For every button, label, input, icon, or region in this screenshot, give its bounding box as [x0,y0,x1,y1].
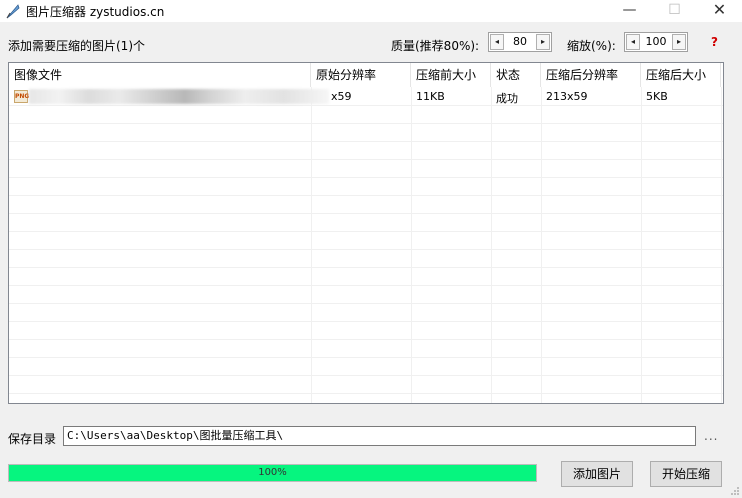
column-header-status[interactable]: 状态 [491,63,541,87]
grid-row-line [9,105,723,106]
cell-compressed-resolution: 213x59 [546,90,588,103]
file-list[interactable]: 图像文件 原始分辨率 压缩前大小 状态 压缩后分辨率 压缩后大小 PNG x59… [8,62,724,404]
list-header: 图像文件 原始分辨率 压缩前大小 状态 压缩后分辨率 压缩后大小 [9,63,723,87]
grid-column-line [491,87,492,403]
quality-increase-button[interactable]: ▸ [536,34,550,50]
maximize-button[interactable]: ☐ [652,0,697,22]
window-title: 图片压缩器 zystudios.cn [26,5,165,19]
table-row[interactable]: PNG x59 11KB 成功 213x59 5KB [9,87,723,105]
save-path-input[interactable]: C:\Users\aa\Desktop\图批量压缩工具\ [63,426,696,446]
resize-grip-icon[interactable] [730,486,740,496]
blurred-file-name [29,89,329,104]
column-header-size-before[interactable]: 压缩前大小 [411,63,491,87]
progress-label: 100% [258,467,287,478]
grid-column-line [411,87,412,403]
grid-row-line [9,231,723,232]
grid-row-line [9,321,723,322]
browse-button[interactable]: ... [704,429,718,443]
column-header-compressed-resolution[interactable]: 压缩后分辨率 [541,63,641,87]
grid-column-line [641,87,642,403]
png-file-icon: PNG [14,90,29,103]
grid-row-line [9,141,723,142]
save-directory-label: 保存目录 [8,432,57,446]
added-count-label: 添加需要压缩的图片(1)个 [8,39,145,53]
quality-spinner[interactable]: ◂ 80 ▸ [488,32,552,52]
column-header-original-resolution[interactable]: 原始分辨率 [311,63,411,87]
help-icon[interactable]: ? [711,35,718,49]
grid-row-line [9,195,723,196]
feather-pen-icon [6,4,20,19]
grid-column-line [541,87,542,403]
grid-row-line [9,285,723,286]
column-header-size-after[interactable]: 压缩后大小 [641,63,721,87]
close-button[interactable]: ✕ [697,0,742,22]
grid-column-line [311,87,312,403]
grid-row-line [9,267,723,268]
cell-original-resolution: x59 [331,90,352,103]
add-images-button[interactable]: 添加图片 [561,461,633,487]
grid-row-line [9,249,723,250]
grid-row-line [9,177,723,178]
minimize-button[interactable]: — [607,0,652,22]
grid-row-line [9,303,723,304]
grid-row-line [9,123,723,124]
grid-row-line [9,339,723,340]
zoom-label: 缩放(%): [567,39,616,53]
quality-value[interactable]: 80 [505,35,535,48]
quality-decrease-button[interactable]: ◂ [490,34,504,50]
grid-row-line [9,159,723,160]
grid-row-line [9,213,723,214]
progress-bar: 100% [8,464,537,482]
cell-size-before: 11KB [416,90,445,103]
title-bar: 图片压缩器 zystudios.cn — ☐ ✕ [0,0,742,22]
cell-status: 成功 [496,92,518,105]
quality-label: 质量(推荐80%): [391,39,480,53]
zoom-spinner[interactable]: ◂ 100 ▸ [624,32,688,52]
start-compress-button[interactable]: 开始压缩 [650,461,722,487]
grid-row-line [9,375,723,376]
grid-row-line [9,393,723,394]
zoom-decrease-button[interactable]: ◂ [626,34,640,50]
grid-row-line [9,357,723,358]
grid-column-line [721,87,722,403]
zoom-value[interactable]: 100 [641,35,671,48]
zoom-increase-button[interactable]: ▸ [672,34,686,50]
column-header-file[interactable]: 图像文件 [9,63,311,87]
cell-size-after: 5KB [646,90,668,103]
